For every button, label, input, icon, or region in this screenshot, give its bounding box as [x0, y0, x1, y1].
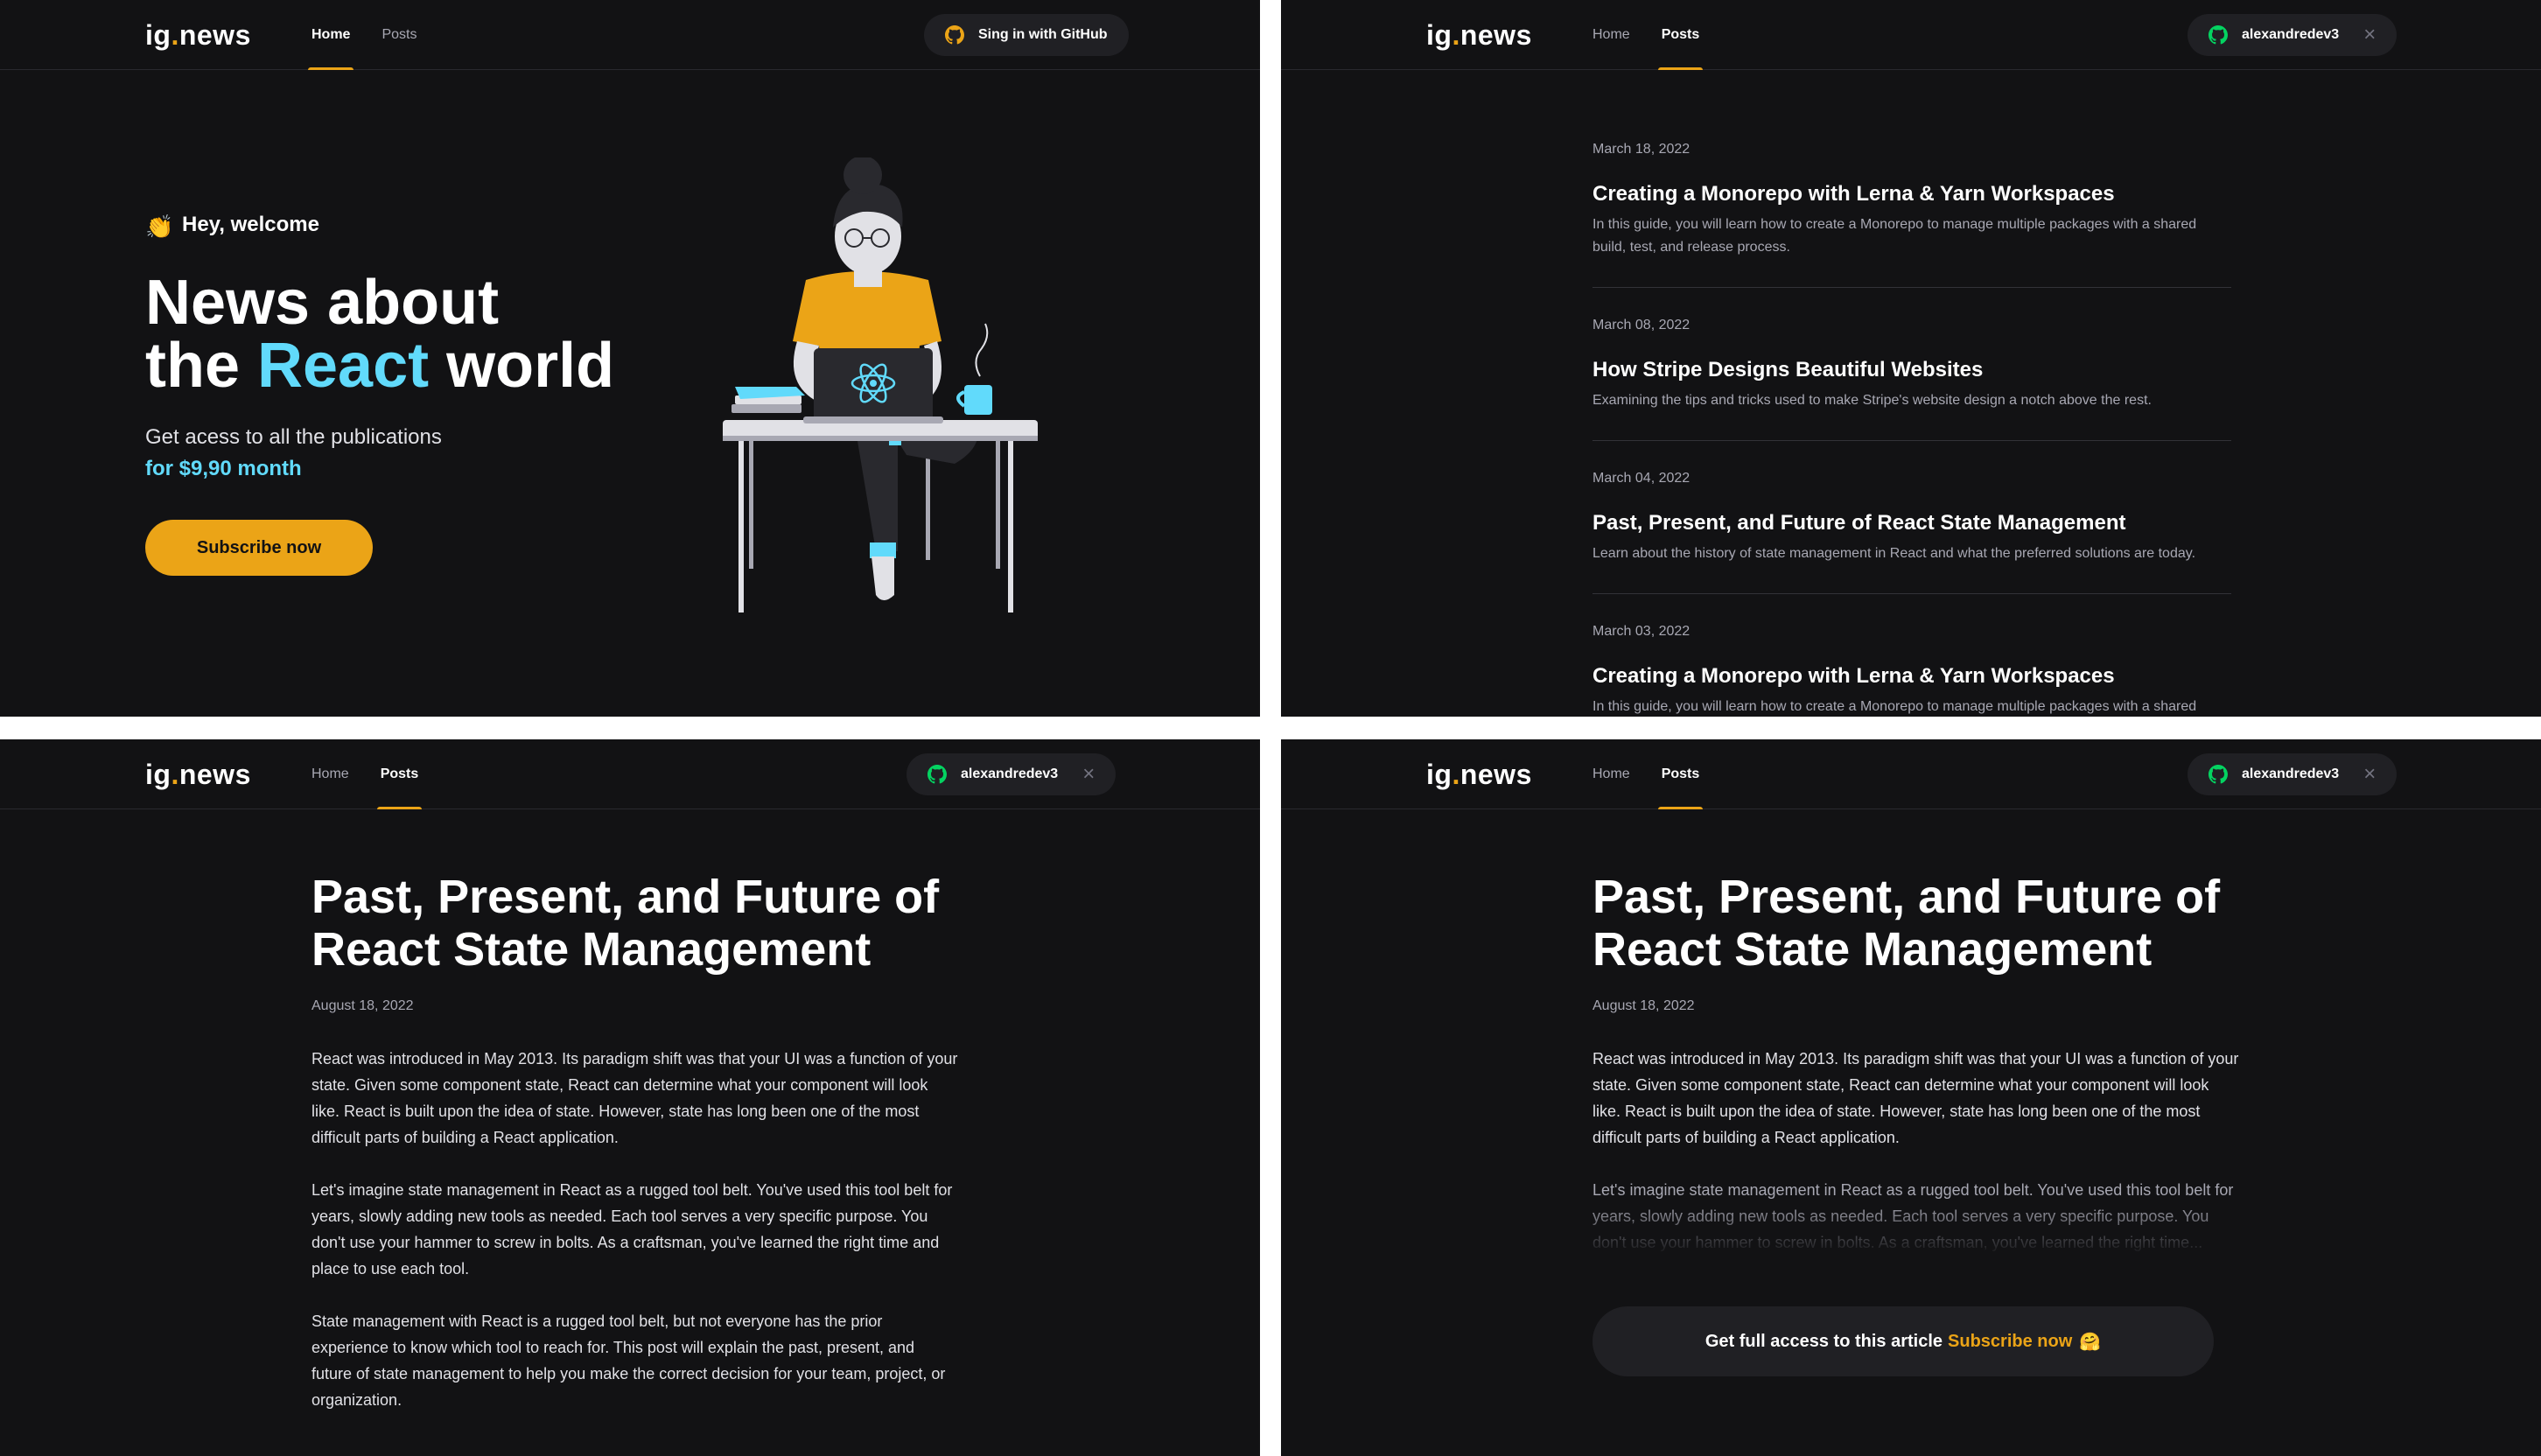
list-item[interactable]: March 08, 2022 How Stripe Designs Beauti…	[1592, 288, 2231, 441]
article-date: August 18, 2022	[312, 998, 414, 1013]
post-date: March 18, 2022	[1592, 142, 1690, 157]
article: Past, Present, and Future of React State…	[312, 871, 959, 1413]
article-title: Past, Present, and Future of React State…	[312, 871, 940, 976]
article-preview-screen: ig.news Home Posts alexandredev3 × Past,…	[1281, 739, 2541, 1456]
article-title: Past, Present, and Future of React State…	[1592, 871, 2221, 976]
article-paragraph: React was introduced in May 2013. Its pa…	[312, 1050, 958, 1146]
list-item[interactable]: March 04, 2022 Past, Present, and Future…	[1592, 441, 2231, 594]
post-title[interactable]: Past, Present, and Future of React State…	[1592, 511, 2231, 536]
subscribe-cta: Get full access to this article Subscrib…	[1592, 1306, 2214, 1376]
hugging-face-icon: 🤗	[2079, 1332, 2102, 1352]
github-icon	[928, 765, 947, 784]
post-excerpt: In this guide, you will learn how to cre…	[1592, 699, 2197, 714]
nav-home[interactable]: Home	[1592, 0, 1630, 70]
logo[interactable]: ig.news	[145, 759, 251, 791]
article-paragraph: Let's imagine state management in React …	[312, 1181, 953, 1278]
post-title[interactable]: Creating a Monorepo with Lerna & Yarn Wo…	[1592, 182, 2231, 206]
post-title[interactable]: How Stripe Designs Beautiful Websites	[1592, 358, 2231, 382]
clapping-hands-icon: 👏	[145, 214, 174, 240]
react-highlight: React	[257, 331, 430, 401]
logo[interactable]: ig.news	[1426, 759, 1532, 791]
post-date: March 04, 2022	[1592, 471, 1690, 486]
posts-screen: ig.news Home Posts alexandredev3 × March…	[1281, 0, 2541, 717]
article-paragraph: React was introduced in May 2013. Its pa…	[1592, 1050, 2239, 1146]
header: ig.news Home Posts alexandredev3 ×	[1281, 739, 2541, 809]
github-icon	[945, 25, 964, 45]
woman-at-laptop-illustration	[723, 158, 1038, 612]
logo[interactable]: ig.news	[145, 19, 251, 52]
subscribe-link[interactable]: Subscribe now	[1948, 1332, 2072, 1352]
nav-home[interactable]: Home	[307, 0, 354, 70]
post-date: March 08, 2022	[1592, 318, 1690, 332]
posts-list: March 18, 2022 Creating a Monorepo with …	[1592, 70, 2231, 717]
user-github-button[interactable]: alexandredev3 ×	[2188, 753, 2398, 795]
list-item[interactable]: March 18, 2022 Creating a Monorepo with …	[1592, 70, 2231, 288]
username: alexandredev3	[2242, 766, 2340, 781]
main-nav: Home Posts	[1592, 0, 1703, 70]
close-icon[interactable]: ×	[1082, 764, 1095, 785]
github-icon	[2208, 765, 2228, 784]
greeting: Hey, welcome	[182, 213, 319, 236]
article-paragraph-faded: Let's imagine state management in React …	[1592, 1181, 2234, 1251]
post-excerpt: Examining the tips and tricks used to ma…	[1592, 393, 2152, 408]
header: ig.news Home Posts alexandredev3 ×	[0, 739, 1260, 809]
logo[interactable]: ig.news	[1426, 19, 1532, 52]
article-screen: ig.news Home Posts alexandredev3 × Past,…	[0, 739, 1260, 1456]
header: ig.news Home Posts Sing in with GitHub	[0, 0, 1260, 70]
github-icon	[2208, 25, 2228, 45]
post-excerpt: Learn about the history of state managem…	[1592, 546, 2196, 561]
article-body: React was introduced in May 2013. Its pa…	[1592, 1046, 2240, 1256]
post-date: March 03, 2022	[1592, 624, 1690, 639]
nav-posts[interactable]: Posts	[1657, 739, 1703, 809]
signin-github-button[interactable]: Sing in with GitHub	[924, 14, 1129, 56]
post-title[interactable]: Creating a Monorepo with Lerna & Yarn Wo…	[1592, 664, 2231, 689]
nav-home[interactable]: Home	[312, 739, 349, 809]
user-github-button[interactable]: alexandredev3 ×	[906, 753, 1116, 795]
header: ig.news Home Posts alexandredev3 ×	[1281, 0, 2541, 70]
list-item[interactable]: March 03, 2022 Creating a Monorepo with …	[1592, 594, 2231, 717]
article: Past, Present, and Future of React State…	[1592, 871, 2240, 1256]
post-excerpt: In this guide, you will learn how to cre…	[1592, 217, 2197, 255]
article-date: August 18, 2022	[1592, 998, 1695, 1013]
home-screen: ig.news Home Posts Sing in with GitHub 👏…	[0, 0, 1260, 717]
hero-title: News about the React world	[145, 268, 615, 401]
nav-posts[interactable]: Posts	[382, 0, 416, 70]
price-text: for $9,90 month	[145, 457, 302, 480]
cta-text: Get full access to this article	[1704, 1331, 1943, 1351]
close-icon[interactable]: ×	[2363, 24, 2376, 46]
nav-home[interactable]: Home	[1592, 739, 1630, 809]
article-paragraph: State management with React is a rugged …	[312, 1312, 946, 1409]
main-nav: Home Posts	[307, 0, 416, 70]
user-github-button[interactable]: alexandredev3 ×	[2188, 14, 2398, 56]
hero-subtitle: Get acess to all the publications	[145, 425, 442, 449]
article-body: React was introduced in May 2013. Its pa…	[312, 1046, 959, 1413]
signin-label: Sing in with GitHub	[978, 27, 1108, 42]
main-nav: Home Posts	[312, 739, 422, 809]
username: alexandredev3	[961, 766, 1059, 781]
close-icon[interactable]: ×	[2363, 764, 2376, 785]
subscribe-button[interactable]: Subscribe now	[145, 520, 373, 576]
nav-posts[interactable]: Posts	[376, 739, 422, 809]
nav-posts[interactable]: Posts	[1657, 0, 1703, 70]
username: alexandredev3	[2242, 27, 2340, 42]
main-nav: Home Posts	[1592, 739, 1703, 809]
